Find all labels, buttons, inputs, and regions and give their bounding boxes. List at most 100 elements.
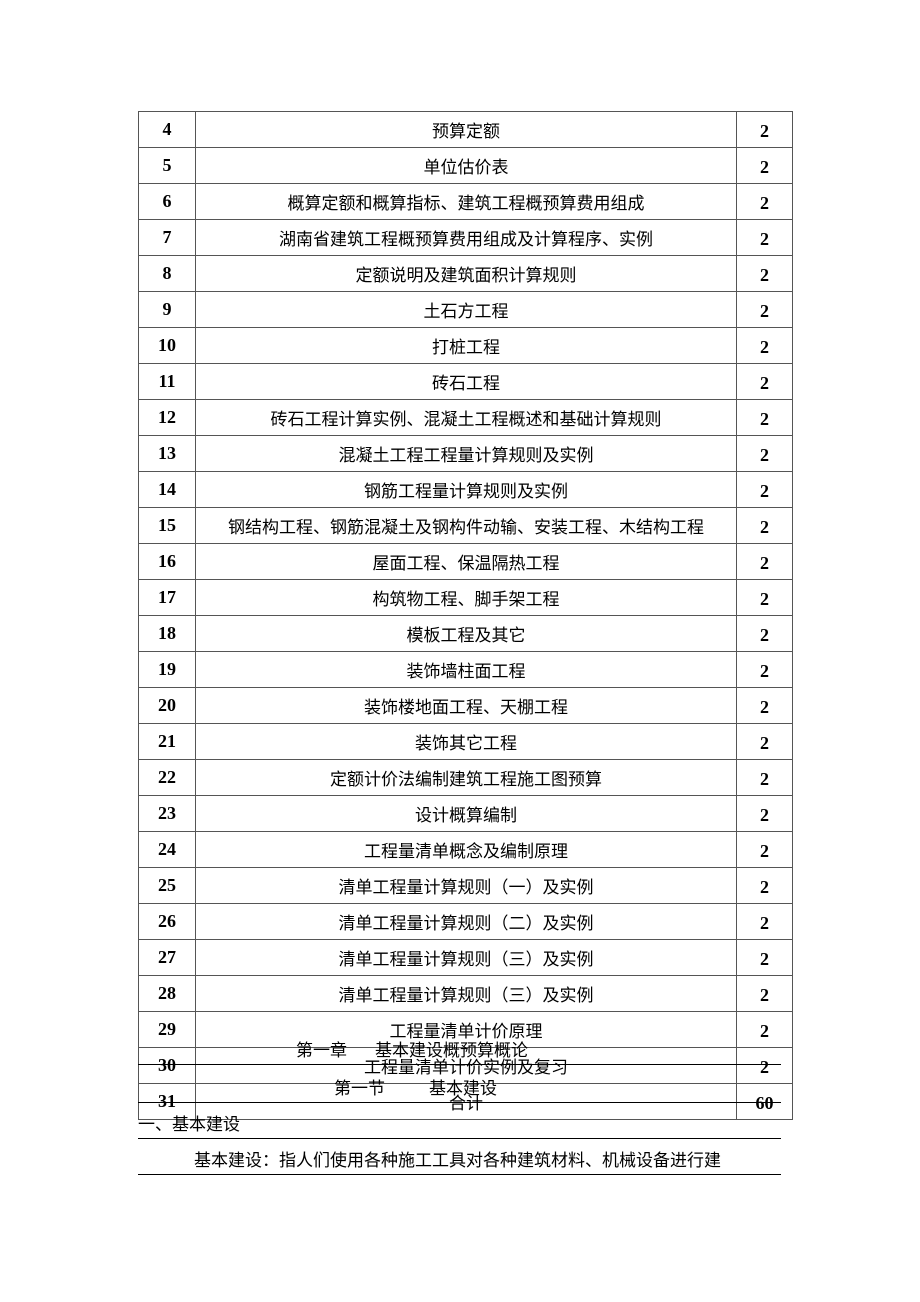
row-topic: 打桩工程	[195, 327, 737, 364]
row-number: 22	[138, 759, 196, 796]
row-topic: 钢筋工程量计算规则及实例	[195, 471, 737, 508]
table-row: 19 装饰墙柱面工程 2	[138, 651, 793, 688]
row-hours: 2	[736, 471, 793, 508]
row-number: 21	[138, 723, 196, 760]
table-row: 23 设计概算编制 2	[138, 795, 793, 832]
row-number: 24	[138, 831, 196, 868]
row-hours: 2	[736, 939, 793, 976]
row-hours: 2	[736, 723, 793, 760]
table-row: 4 预算定额 2	[138, 111, 793, 148]
row-topic: 砖石工程计算实例、混凝土工程概述和基础计算规则	[195, 399, 737, 436]
row-topic: 构筑物工程、脚手架工程	[195, 579, 737, 616]
row-topic: 装饰墙柱面工程	[195, 651, 737, 688]
row-hours: 2	[736, 687, 793, 724]
row-number: 27	[138, 939, 196, 976]
row-hours: 2	[736, 147, 793, 184]
paragraph-text: 基本建设：指人们使用各种施工工具对各种建筑材料、机械设备进行建	[194, 1151, 721, 1171]
row-number: 7	[138, 219, 196, 256]
row-topic: 定额说明及建筑面积计算规则	[195, 255, 737, 292]
row-number: 11	[138, 363, 196, 400]
row-hours: 2	[736, 867, 793, 904]
row-number: 19	[138, 651, 196, 688]
row-hours: 2	[736, 759, 793, 796]
row-number: 20	[138, 687, 196, 724]
row-number: 26	[138, 903, 196, 940]
table-row: 9 土石方工程 2	[138, 291, 793, 328]
subheading: 一、基本建设	[138, 1112, 781, 1139]
table-row: 13 混凝土工程工程量计算规则及实例 2	[138, 435, 793, 472]
row-topic: 清单工程量计算规则（一）及实例	[195, 867, 737, 904]
row-hours: 2	[736, 327, 793, 364]
row-number: 28	[138, 975, 196, 1012]
table-row: 20 装饰楼地面工程、天棚工程 2	[138, 687, 793, 724]
row-number: 23	[138, 795, 196, 832]
row-number: 4	[138, 111, 196, 148]
row-number: 25	[138, 867, 196, 904]
row-number: 8	[138, 255, 196, 292]
row-hours: 2	[736, 363, 793, 400]
table-row: 25 清单工程量计算规则（一）及实例 2	[138, 867, 793, 904]
table-row: 10 打桩工程 2	[138, 327, 793, 364]
row-topic: 清单工程量计算规则（三）及实例	[195, 939, 737, 976]
section-label: 第一节	[334, 1079, 385, 1099]
table-row: 16 屋面工程、保温隔热工程 2	[138, 543, 793, 580]
row-topic: 土石方工程	[195, 291, 737, 328]
row-hours: 2	[736, 651, 793, 688]
row-topic: 清单工程量计算规则（三）及实例	[195, 975, 737, 1012]
row-topic: 砖石工程	[195, 363, 737, 400]
section-title: 基本建设	[429, 1079, 497, 1099]
row-hours: 2	[736, 255, 793, 292]
row-number: 13	[138, 435, 196, 472]
row-topic: 屋面工程、保温隔热工程	[195, 543, 737, 580]
row-hours: 2	[736, 435, 793, 472]
row-number: 6	[138, 183, 196, 220]
row-hours: 2	[736, 831, 793, 868]
row-hours: 2	[736, 399, 793, 436]
row-number: 12	[138, 399, 196, 436]
chapter-heading: 第一章 基本建设概预算概论	[138, 1038, 781, 1065]
row-topic: 设计概算编制	[195, 795, 737, 832]
paragraph: 基本建设：指人们使用各种施工工具对各种建筑材料、机械设备进行建	[138, 1148, 781, 1175]
row-topic: 钢结构工程、钢筋混凝土及钢构件动输、安装工程、木结构工程	[195, 507, 737, 544]
row-topic: 装饰其它工程	[195, 723, 737, 760]
table-row: 21 装饰其它工程 2	[138, 723, 793, 760]
table-row: 15 钢结构工程、钢筋混凝土及钢构件动输、安装工程、木结构工程 2	[138, 507, 793, 544]
chapter-title: 基本建设概预算概论	[375, 1041, 528, 1061]
row-hours: 2	[736, 111, 793, 148]
table-row: 27 清单工程量计算规则（三）及实例 2	[138, 939, 793, 976]
table-row: 18 模板工程及其它 2	[138, 615, 793, 652]
table-row: 22 定额计价法编制建筑工程施工图预算 2	[138, 759, 793, 796]
row-topic: 预算定额	[195, 111, 737, 148]
section-heading: 第一节 基本建设	[138, 1076, 781, 1103]
row-topic: 定额计价法编制建筑工程施工图预算	[195, 759, 737, 796]
row-hours: 2	[736, 543, 793, 580]
row-hours: 2	[736, 507, 793, 544]
row-hours: 2	[736, 975, 793, 1012]
table-row: 14 钢筋工程量计算规则及实例 2	[138, 471, 793, 508]
row-number: 17	[138, 579, 196, 616]
course-schedule-table: 4 预算定额 2 5 单位估价表 2 6 概算定额和概算指标、建筑工程概预算费用组成 2 7 湖南省…	[138, 111, 793, 1120]
row-number: 14	[138, 471, 196, 508]
table-row: 5 单位估价表 2	[138, 147, 793, 184]
table-row: 24 工程量清单概念及编制原理 2	[138, 831, 793, 868]
row-hours: 2	[736, 903, 793, 940]
row-topic: 概算定额和概算指标、建筑工程概预算费用组成	[195, 183, 737, 220]
row-topic: 湖南省建筑工程概预算费用组成及计算程序、实例	[195, 219, 737, 256]
row-number: 9	[138, 291, 196, 328]
row-topic: 混凝土工程工程量计算规则及实例	[195, 435, 737, 472]
table-row: 17 构筑物工程、脚手架工程 2	[138, 579, 793, 616]
table-row: 11 砖石工程 2	[138, 363, 793, 400]
row-number: 5	[138, 147, 196, 184]
table-row: 12 砖石工程计算实例、混凝土工程概述和基础计算规则 2	[138, 399, 793, 436]
table-row: 7 湖南省建筑工程概预算费用组成及计算程序、实例 2	[138, 219, 793, 256]
row-topic: 工程量清单概念及编制原理	[195, 831, 737, 868]
row-hours: 2	[736, 795, 793, 832]
row-number: 18	[138, 615, 196, 652]
row-hours: 2	[736, 219, 793, 256]
row-hours: 2	[736, 291, 793, 328]
row-topic: 模板工程及其它	[195, 615, 737, 652]
row-number: 15	[138, 507, 196, 544]
row-number: 10	[138, 327, 196, 364]
table-row: 28 清单工程量计算规则（三）及实例 2	[138, 975, 793, 1012]
row-hours: 2	[736, 183, 793, 220]
